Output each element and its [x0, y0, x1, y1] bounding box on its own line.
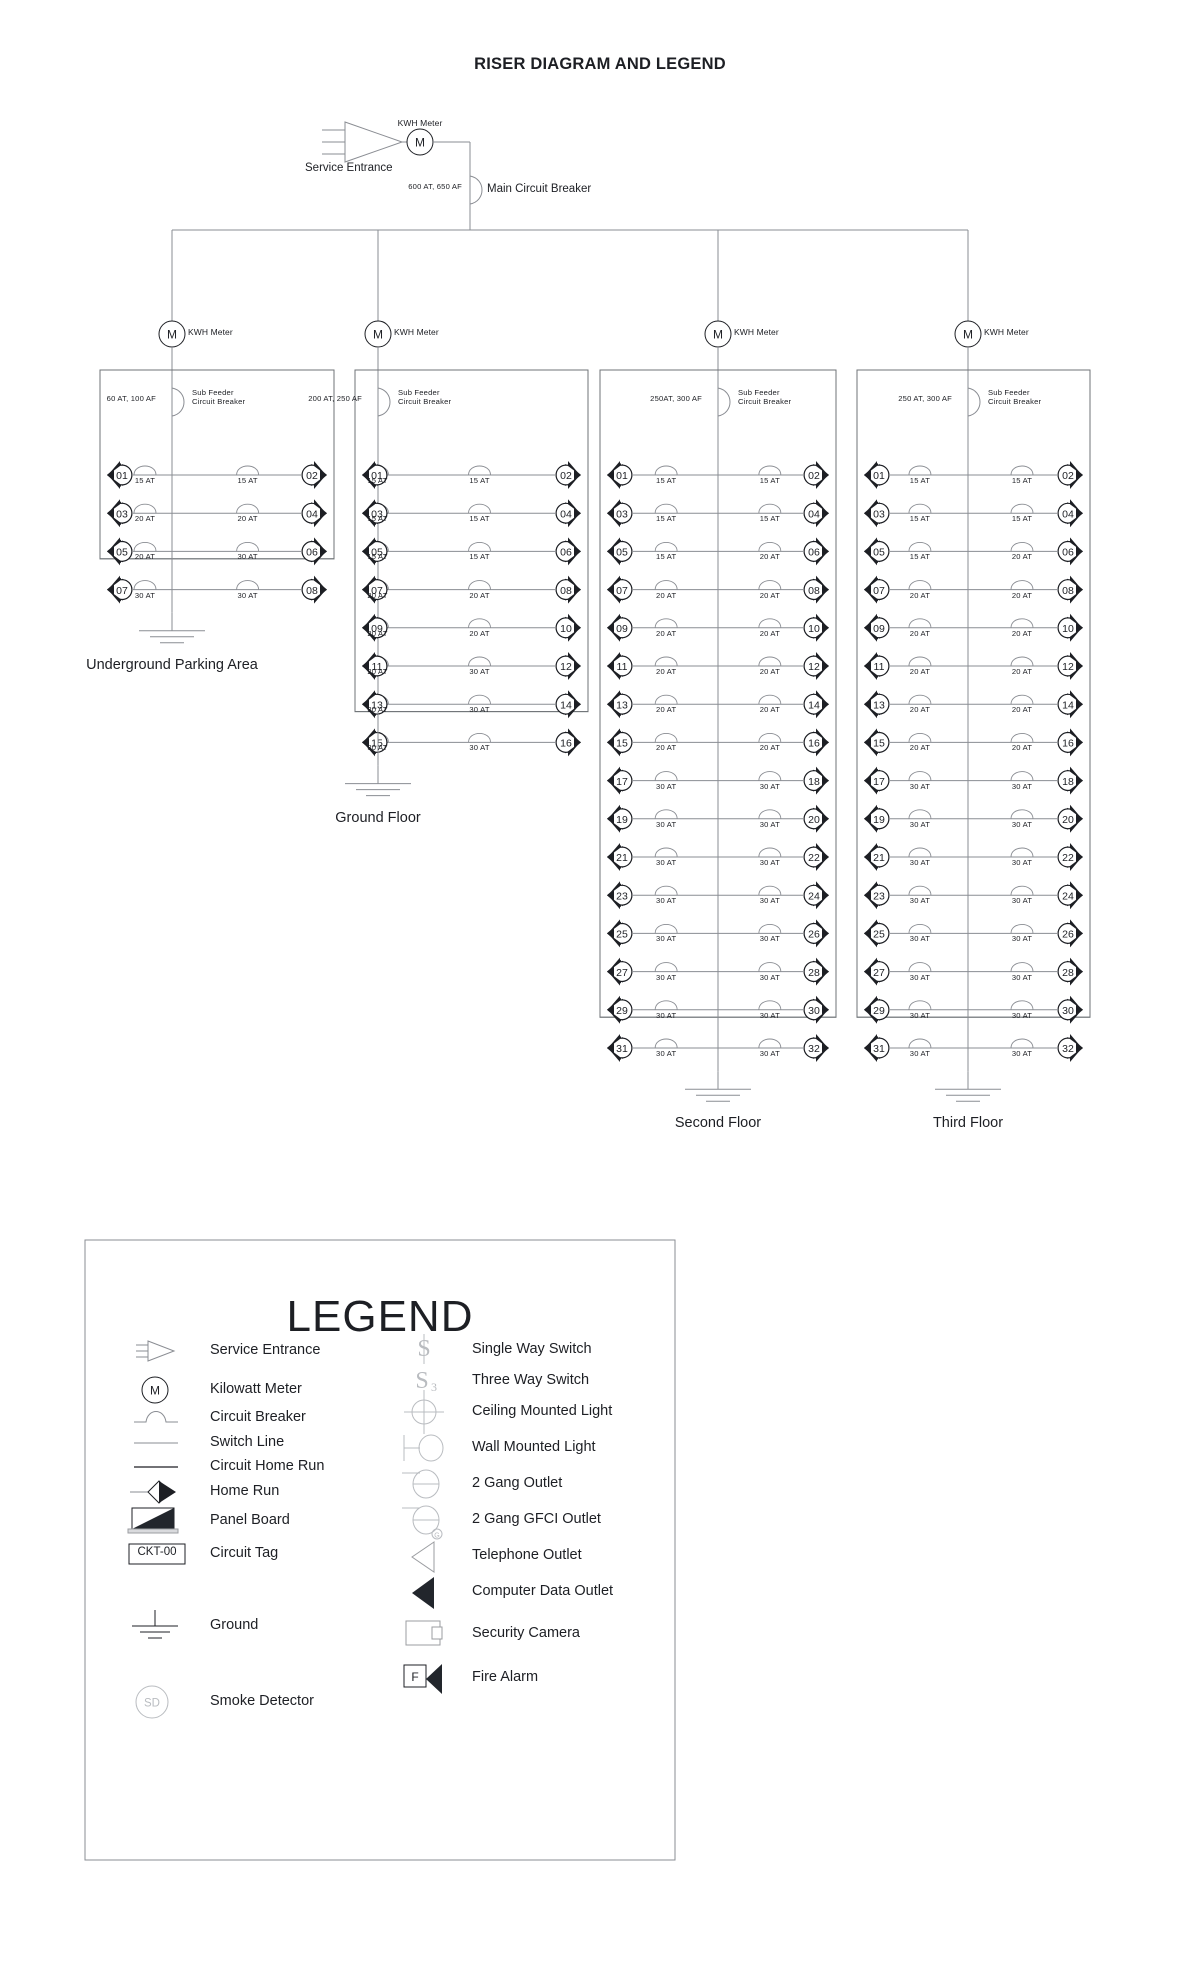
legend-item-computer-data-outlet: Computer Data Outlet [472, 1583, 614, 1599]
legend-item-two-gang-outlet: 2 Gang Outlet [472, 1475, 563, 1491]
svg-text:G: G [434, 1533, 439, 1540]
legend-item-single-way-switch: Single Way Switch [472, 1341, 592, 1357]
legend-title: LEGEND [286, 1292, 474, 1341]
wall-mounted-light-icon [403, 1434, 444, 1462]
legend-item-telephone-outlet: Telephone Outlet [472, 1547, 582, 1563]
legend-item-service-entrance: Service Entrance [210, 1342, 321, 1358]
legend-item-smoke-detector: Smoke Detector [210, 1693, 314, 1709]
kilowatt-meter-icon: M [141, 1376, 169, 1404]
computer-data-outlet-icon [412, 1577, 434, 1609]
svg-text:M: M [150, 1384, 160, 1398]
two-gang-outlet-icon [402, 1469, 440, 1499]
riser-diagram-page: RISER DIAGRAM AND LEGEND M M 01 02 03 04 05 06 0… [0, 0, 1200, 1976]
three-way-switch-icon: S3 [415, 1368, 437, 1394]
legend-item-security-camera: Security Camera [472, 1625, 580, 1641]
fire-alarm-icon: F [403, 1664, 442, 1694]
legend-graphics: M SD SS 3 G F [84, 1239, 676, 1861]
svg-text:SD: SD [144, 1698, 160, 1710]
ceiling-mounted-light-icon [404, 1390, 444, 1434]
telephone-outlet-icon [411, 1541, 435, 1573]
circuit-breaker-icon [134, 1411, 178, 1423]
circuit-tag-text: CKT-00 [137, 1546, 177, 1558]
legend-item-switch-line: Switch Line [210, 1434, 285, 1450]
legend-item-ceiling-mounted-light: Ceiling Mounted Light [472, 1403, 613, 1419]
legend-item-circuit-tag: Circuit Tag [210, 1545, 279, 1561]
svg-text:3: 3 [431, 1380, 437, 1394]
svg-text:S: S [415, 1368, 428, 1394]
home-run-icon [130, 1480, 176, 1504]
legend-item-two-gang-gfci-outlet: 2 Gang GFCI Outlet [472, 1511, 601, 1527]
legend-item-panel-board: Panel Board [210, 1512, 290, 1528]
legend-item-fire-alarm: Fire Alarm [472, 1669, 539, 1685]
legend-item-circuit-breaker: Circuit Breaker [210, 1409, 306, 1425]
svg-text:F: F [411, 1670, 418, 1684]
two-gang-gfci-outlet-icon: G [402, 1505, 443, 1540]
security-camera-icon [405, 1620, 443, 1646]
legend-item-three-way-switch: Three Way Switch [472, 1372, 590, 1388]
service-entrance-icon [136, 1340, 176, 1362]
smoke-detector-icon: SD [135, 1685, 169, 1719]
legend-item-home-run: Home Run [210, 1483, 280, 1499]
legend-item-wall-mounted-light: Wall Mounted Light [472, 1439, 596, 1455]
legend-item-circuit-home-run: Circuit Home Run [210, 1458, 325, 1474]
ground-icon [132, 1610, 178, 1639]
legend-item-ground: Ground [210, 1617, 259, 1633]
panel-board-icon [127, 1507, 179, 1534]
legend-item-kilowatt-meter: Kilowatt Meter [210, 1381, 302, 1397]
